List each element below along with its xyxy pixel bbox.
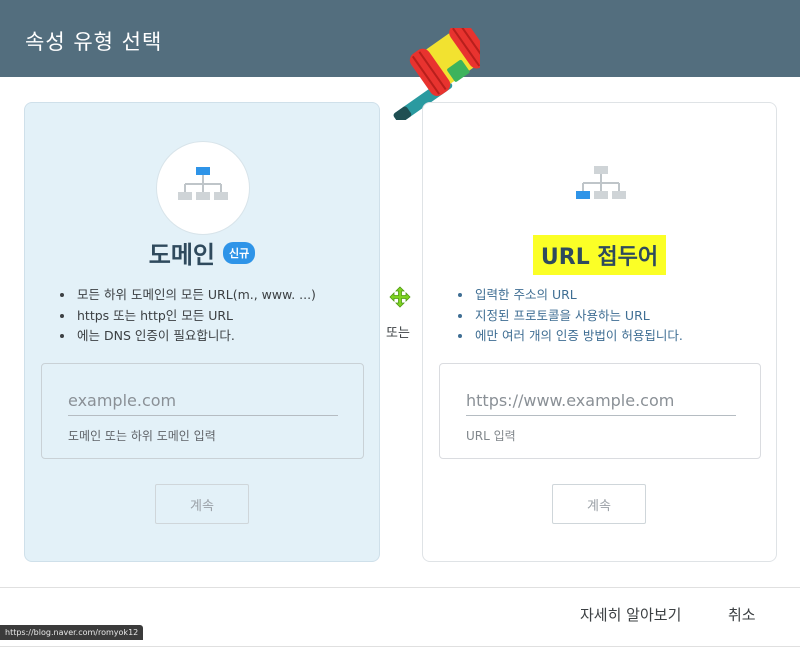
list-item: 입력한 주소의 URL [473, 285, 683, 306]
move-arrows-icon [389, 286, 411, 308]
new-badge: 신규 [223, 241, 256, 264]
url-feature-list: 입력한 주소의 URL 지정된 프로토콜을 사용하는 URL 에만 여러 개의 … [455, 285, 683, 347]
domain-property-card[interactable]: 도메인 신규 모든 하위 도메인의 모든 URL(m., www. ...) ht… [24, 102, 380, 562]
url-input-hint: URL 입력 [466, 429, 516, 443]
footer-divider [0, 587, 800, 588]
domain-input-hint: 도메인 또는 하위 도메인 입력 [68, 429, 216, 443]
url-prefix-property-card[interactable]: URL 접두어 입력한 주소의 URL 지정된 프로토콜을 사용하는 URL 에… [422, 102, 777, 562]
list-item: 에는 DNS 인증이 필요합니다. [75, 326, 316, 347]
list-item: 지정된 프로토콜을 사용하는 URL [473, 306, 683, 327]
learn-more-link[interactable]: 자세히 알아보기 [580, 604, 681, 625]
url-continue-button[interactable]: 계속 [552, 484, 646, 524]
list-item: 에만 여러 개의 인증 방법이 허용됩니다. [473, 326, 683, 347]
url-input-box: URL 입력 [439, 363, 761, 459]
domain-input-box: 도메인 또는 하위 도메인 입력 [41, 363, 364, 459]
domain-title-row: 도메인 신규 [25, 235, 379, 270]
dialog-title: 속성 유형 선택 [25, 30, 163, 54]
list-item: https 또는 http인 모든 URL [75, 306, 316, 327]
url-input[interactable] [466, 389, 736, 416]
domain-title: 도메인 [148, 241, 215, 269]
domain-feature-list: 모든 하위 도메인의 모든 URL(m., www. ...) https 또는… [57, 285, 316, 347]
domain-icon-circle [156, 141, 250, 235]
domain-continue-button[interactable]: 계속 [155, 484, 249, 524]
list-item: 모든 하위 도메인의 모든 URL(m., www. ...) [75, 285, 316, 306]
sitemap-icon [576, 166, 626, 199]
domain-input[interactable] [68, 389, 338, 416]
status-bar-url: https://blog.naver.com/romyok12 [0, 625, 144, 640]
or-label: 또는 [386, 326, 410, 341]
url-title-row: URL 접두어 [423, 235, 776, 275]
sitemap-icon [178, 167, 228, 200]
cancel-button[interactable]: 취소 [728, 604, 756, 625]
url-prefix-title: URL 접두어 [532, 235, 667, 275]
bottom-divider [0, 646, 800, 647]
